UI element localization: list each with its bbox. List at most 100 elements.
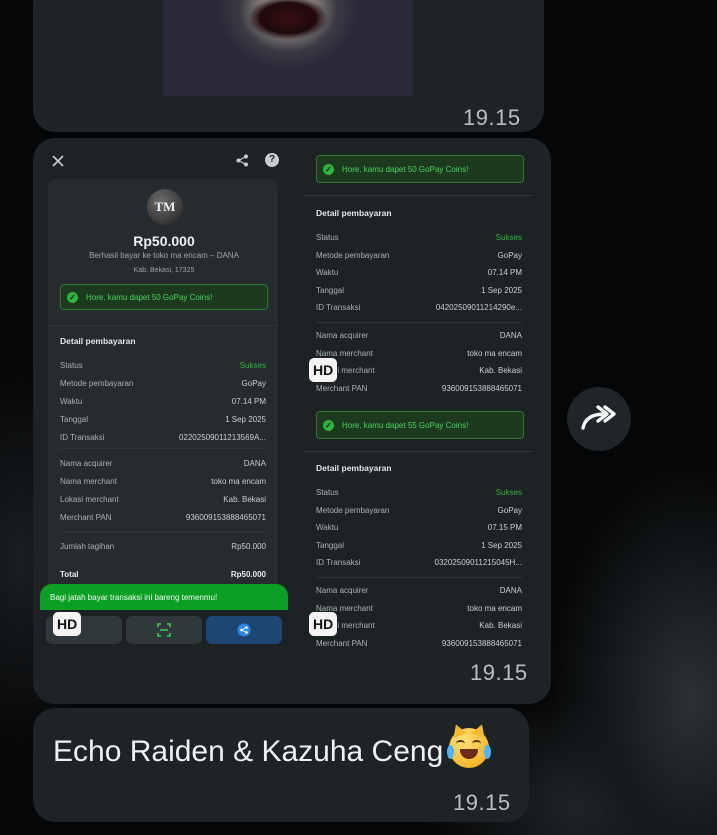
detail-row: Waktu 07.14 PM	[316, 268, 522, 277]
hd-badge: HD	[309, 358, 338, 382]
check-icon: ✓	[67, 291, 78, 303]
detail-label: Status	[316, 488, 339, 497]
detail-value: GoPay	[497, 505, 522, 515]
detail-label: Tanggal	[60, 415, 89, 424]
divider	[60, 531, 266, 532]
detail-label: Nama merchant	[316, 348, 373, 358]
detail-row: Merchant PAN 936009153888465071	[316, 639, 522, 648]
qr-scan-icon	[126, 616, 202, 644]
detail-label: Waktu	[60, 397, 83, 406]
detail-row: Nama merchant toko ma encam	[316, 349, 522, 358]
detail-label: Status	[60, 361, 83, 370]
detail-label: Waktu	[316, 268, 339, 277]
detail-value: 936009153888465071	[441, 638, 522, 648]
divider	[316, 322, 522, 323]
detail-label: Metode pembayaran	[316, 250, 390, 260]
detail-value: DANA	[243, 459, 266, 468]
coins-banner-text: Hore, kamu dapet 50 GoPay Coins!	[342, 164, 469, 174]
detail-row: Nama merchant toko ma encam	[316, 604, 522, 613]
close-icon	[52, 155, 64, 167]
message-time: 19.15	[470, 660, 528, 685]
detail-value: 04202509011214290e...	[435, 303, 522, 312]
detail-row: Status Sukses	[60, 361, 266, 370]
detail-value: 936009153888465071	[185, 513, 266, 522]
detail-row: Metode pembayaran GoPay	[316, 251, 522, 260]
receipt-top-bar: ?	[40, 145, 288, 179]
detail-value: DANA	[499, 331, 522, 340]
message-time: 19.15	[453, 790, 511, 815]
coins-banner-text: Hore, kamu dapet 50 GoPay Coins!	[86, 292, 213, 302]
photo-thumbnail[interactable]	[163, 0, 413, 96]
detail-value: toko ma encam	[467, 603, 522, 613]
detail-row: Merchant PAN 936009153888465071	[316, 384, 522, 392]
check-icon: ✓	[323, 419, 334, 431]
divider	[60, 448, 266, 449]
hd-badge: HD	[53, 612, 82, 636]
detail-label: Lokasi merchant	[60, 495, 119, 504]
hd-badge: HD	[309, 612, 338, 636]
detail-row: Tanggal 1 Sep 2025	[316, 286, 522, 295]
detail-row: Metode pembayaran GoPay	[316, 506, 522, 515]
detail-row: Nama acquirer DANA	[60, 459, 266, 468]
detail-label: Jumlah tagihan	[60, 542, 115, 551]
image-message-bubble[interactable]: 19.15	[33, 0, 544, 132]
detail-value: Kab. Bekasi	[479, 621, 522, 630]
message-time: 19.15	[463, 105, 521, 130]
section-title: Detail pembayaran	[316, 463, 392, 473]
detail-row: Tanggal 1 Sep 2025	[316, 541, 522, 550]
detail-value: Sukses	[495, 488, 522, 497]
detail-label: Tanggal	[316, 540, 345, 550]
share-receipt-icon	[206, 616, 282, 644]
detail-label: Nama acquirer	[316, 331, 369, 340]
detail-label: Merchant PAN	[316, 638, 368, 648]
detail-value: 1 Sep 2025	[225, 415, 266, 424]
detail-row-total: Total Rp50.000	[60, 570, 266, 579]
detail-label: Status	[316, 233, 339, 242]
help-icon: ?	[265, 153, 279, 167]
forward-button[interactable]	[567, 387, 631, 451]
laughing-cat-emoji	[447, 721, 492, 768]
receipt-screenshot-3[interactable]: ✓ Hore, kamu dapet 55 GoPay Coins! Detai…	[296, 399, 543, 647]
divider	[304, 195, 534, 196]
detail-value: 03202509011215045H...	[434, 558, 523, 567]
detail-value: Kab. Bekasi	[479, 366, 522, 375]
detail-row: Tanggal 1 Sep 2025	[60, 415, 266, 424]
detail-row: Nama acquirer DANA	[316, 586, 522, 595]
detail-row: ID Transaksi 03202509011215045H...	[316, 558, 522, 567]
detail-label: Nama merchant	[60, 477, 117, 486]
detail-value: 07.15 PM	[487, 523, 522, 532]
divider	[48, 325, 278, 326]
detail-row: Metode pembayaran GoPay	[60, 379, 266, 388]
detail-row: Lokasi merchant Kab. Bekasi	[316, 621, 522, 630]
detail-value: Sukses	[495, 233, 522, 242]
detail-value: Rp50.000	[230, 570, 266, 579]
detail-value: 07.14 PM	[231, 397, 266, 406]
detail-row: Merchant PAN 936009153888465071	[60, 513, 266, 522]
detail-label: ID Transaksi	[60, 433, 105, 442]
message-text: Echo Raiden & Kazuha Ceng	[53, 721, 492, 769]
detail-row: ID Transaksi 02202509011213569A...	[60, 433, 266, 442]
detail-value: Rp50.000	[231, 542, 266, 551]
section-title: Detail pembayaran	[316, 208, 392, 218]
detail-row: Nama acquirer DANA	[316, 331, 522, 340]
coins-banner: ✓ Hore, kamu dapet 50 GoPay Coins!	[60, 284, 268, 310]
receipt-screenshot-1[interactable]: ? TM Rp50.000 Berhasil bayar ke toko ma …	[40, 145, 288, 645]
receipt-screenshot-2[interactable]: ✓ Hore, kamu dapet 50 GoPay Coins! Detai…	[296, 145, 543, 391]
text-message-bubble[interactable]: Echo Raiden & Kazuha Ceng 19.15	[33, 708, 529, 822]
detail-row: Status Sukses	[316, 488, 522, 497]
detail-label: Nama acquirer	[316, 586, 369, 595]
detail-value: 07.14 PM	[487, 268, 522, 277]
merchant-location: Kab. Bekasi, 17325	[133, 267, 195, 274]
detail-row: Waktu 07.15 PM	[316, 523, 522, 532]
detail-row: ID Transaksi 04202509011214290e...	[316, 303, 522, 312]
forward-icon	[581, 405, 616, 430]
detail-row-jumlah: Jumlah tagihan Rp50.000	[60, 542, 266, 551]
detail-value: Sukses	[239, 361, 266, 370]
detail-label: Metode pembayaran	[316, 505, 390, 515]
detail-label: ID Transaksi	[316, 303, 361, 312]
detail-label: Total	[60, 570, 79, 579]
detail-row: Waktu 07.14 PM	[60, 397, 266, 406]
payment-amount: Rp50.000	[133, 233, 195, 249]
detail-row: Nama merchant toko ma encam	[60, 477, 266, 486]
detail-label: Nama acquirer	[60, 459, 113, 468]
